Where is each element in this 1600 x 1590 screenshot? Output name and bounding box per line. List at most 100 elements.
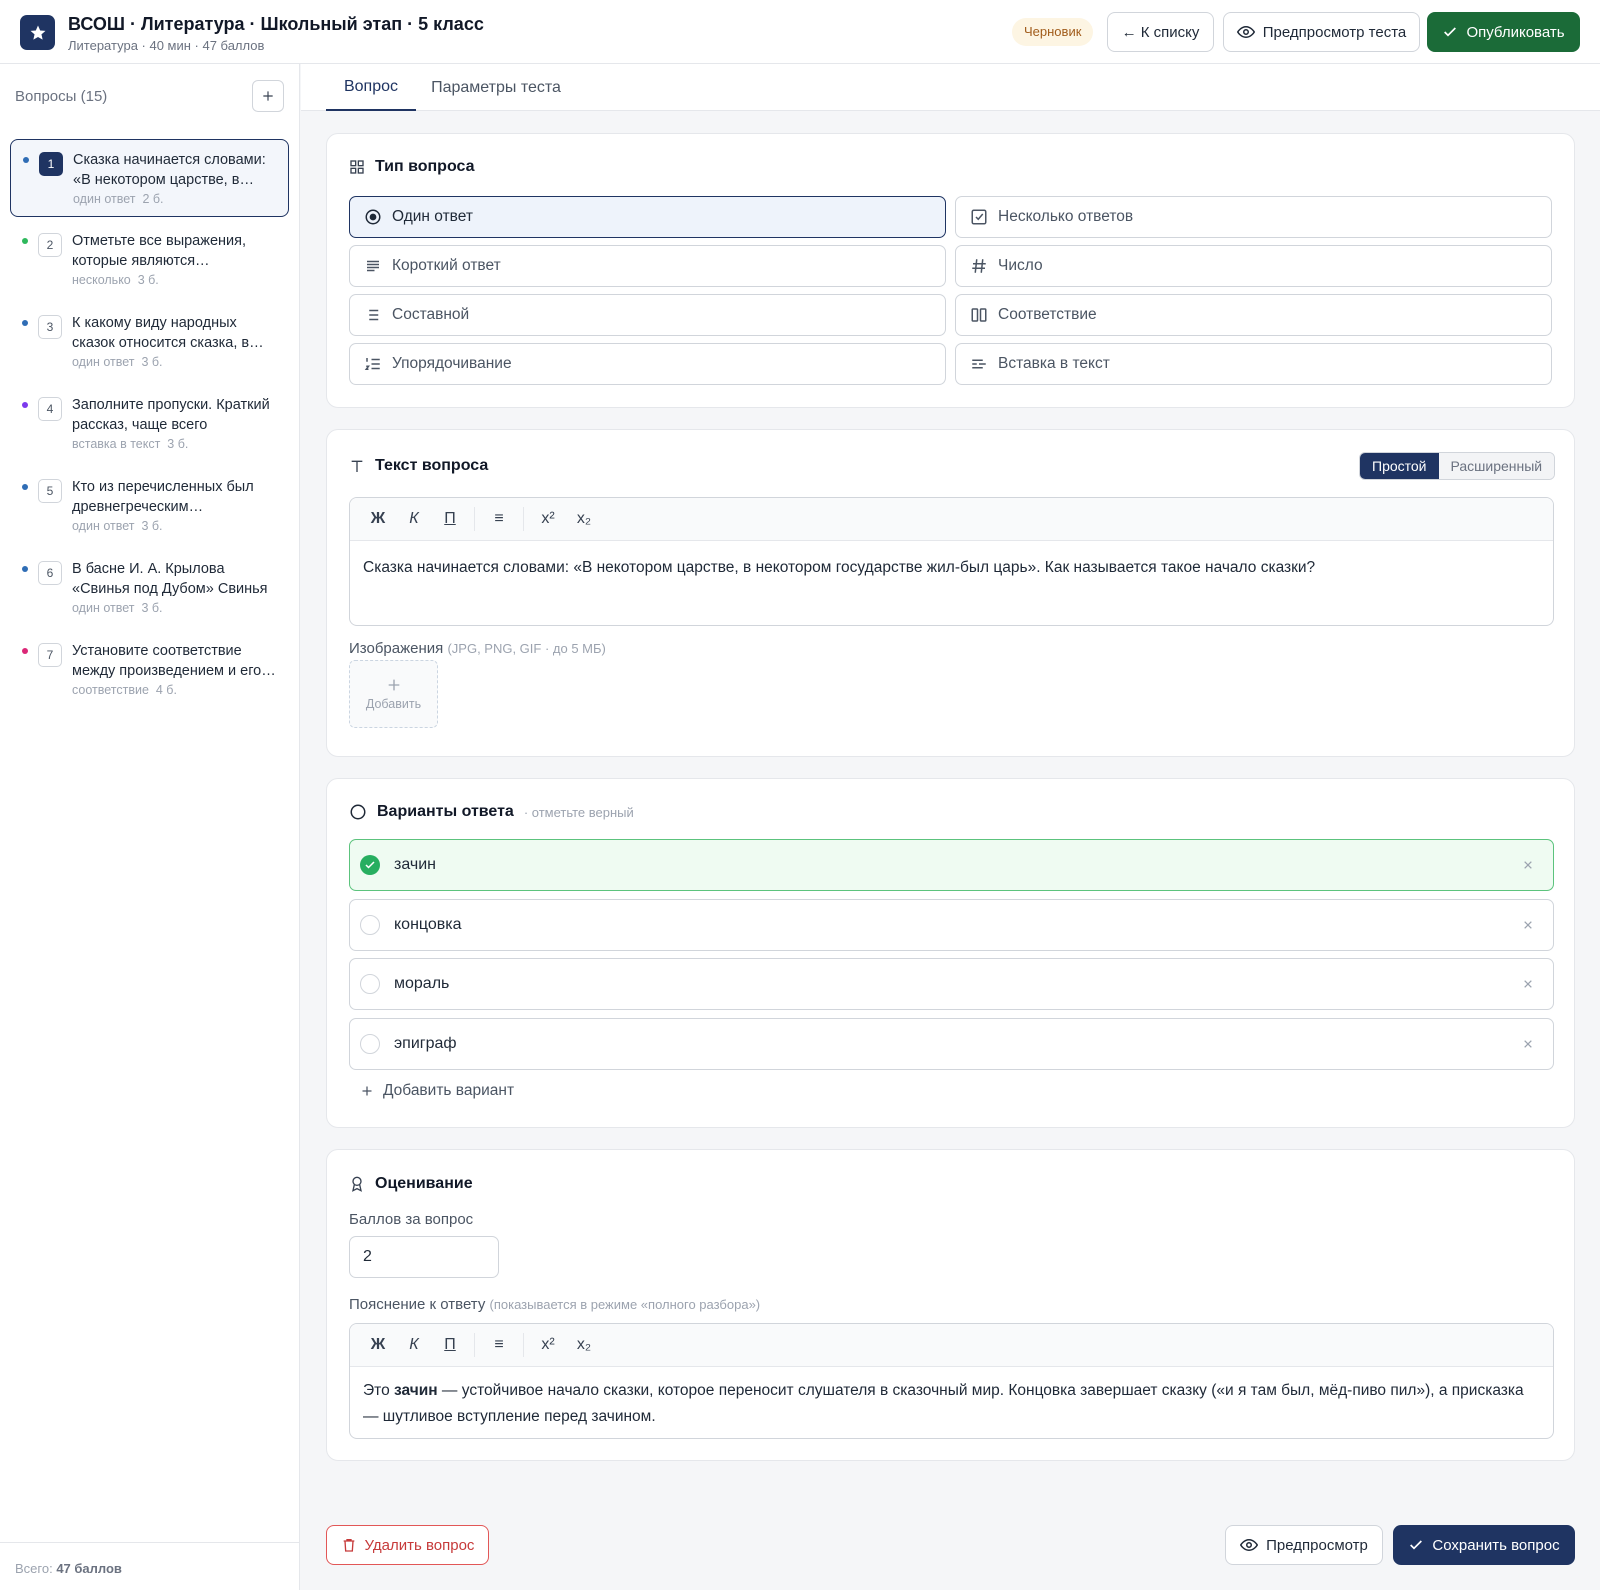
type-option-label: Один ответ	[392, 208, 473, 225]
back-to-list-button[interactable]: ← К списку	[1107, 12, 1214, 52]
points-label: Баллов за вопрос	[349, 1211, 474, 1228]
total-points-value: 47 баллов	[56, 1561, 122, 1576]
answer-option[interactable]: концовка	[349, 899, 1554, 951]
remove-answer-button[interactable]	[1519, 916, 1537, 934]
question-list-item[interactable]: 4 Заполните пропуски. Краткий рассказ, ч…	[10, 385, 289, 463]
underline-button[interactable]: П	[432, 1330, 468, 1360]
delete-question-button[interactable]: Удалить вопрос	[326, 1525, 489, 1565]
correct-answer-radio[interactable]	[360, 855, 380, 875]
italic-button[interactable]: К	[396, 1330, 432, 1360]
answers-title-text: Варианты ответа	[377, 803, 514, 820]
subscript-button[interactable]: x₂	[566, 504, 602, 534]
save-question-button[interactable]: Сохранить вопрос	[1393, 1525, 1575, 1565]
publish-label: Опубликовать	[1466, 23, 1565, 41]
subscript-button[interactable]: x₂	[566, 1330, 602, 1360]
type-option-matching[interactable]: Соответствие	[955, 294, 1552, 336]
close-icon	[1524, 1040, 1532, 1048]
bold-button[interactable]: Ж	[360, 1330, 396, 1360]
answer-text[interactable]: эпиграф	[394, 1035, 457, 1053]
back-to-list-label: ← К списку	[1121, 23, 1200, 41]
explanation-editor: Ж К П ≡ x² x₂ Это зачин — устойчивое нач…	[349, 1323, 1554, 1439]
list-button[interactable]: ≡	[481, 504, 517, 534]
tab-question[interactable]: Вопрос	[326, 64, 416, 111]
question-type-card: Тип вопроса Один ответ Несколько ответов…	[326, 133, 1575, 408]
superscript-button[interactable]: x²	[530, 1330, 566, 1360]
editor-toolbar: Ж К П ≡ x² x₂	[350, 1324, 1553, 1367]
checkbox-icon	[971, 209, 987, 225]
question-preview-text: Заполните пропуски. Краткий рассказ, чащ…	[72, 397, 270, 433]
question-type-label: один ответ	[72, 355, 135, 369]
question-number: 3	[38, 315, 62, 339]
answer-radio[interactable]	[360, 974, 380, 994]
preview-test-label: Предпросмотр теста	[1262, 23, 1407, 41]
points-input[interactable]: 2	[349, 1236, 499, 1278]
type-option-composite[interactable]: Составной	[349, 294, 946, 336]
answer-option[interactable]: эпиграф	[349, 1018, 1554, 1070]
mode-simple-button[interactable]: Простой	[1360, 453, 1439, 479]
plus-icon	[388, 679, 399, 691]
answer-text[interactable]: зачин	[394, 856, 436, 874]
type-option-ordering[interactable]: Упорядочивание	[349, 343, 946, 385]
question-list-item[interactable]: 6 В басне И. А. Крылова «Свинья под Дубо…	[10, 549, 289, 627]
question-list-item[interactable]: 7 Установите соответствие между произвед…	[10, 631, 289, 709]
editor-mode-toggle: Простой Расширенный	[1359, 452, 1556, 480]
italic-button[interactable]: К	[396, 504, 432, 534]
total-points-prefix: Всего:	[15, 1561, 57, 1576]
add-variant-button[interactable]: Добавить вариант	[361, 1082, 514, 1100]
question-type-label: соответствие	[72, 683, 149, 697]
hash-icon	[972, 259, 986, 273]
publish-button[interactable]: Опубликовать	[1427, 12, 1580, 52]
question-points: 3 б.	[167, 437, 189, 451]
bold-button[interactable]: Ж	[360, 504, 396, 534]
delete-question-label: Удалить вопрос	[364, 1536, 475, 1554]
question-list-item[interactable]: 2 Отметьте все выражения, которые являют…	[10, 221, 289, 299]
eye-icon	[1240, 1538, 1259, 1552]
question-meta: вставка в текст 3 б.	[72, 437, 188, 451]
question-type-label: один ответ	[72, 519, 135, 533]
preview-test-button[interactable]: Предпросмотр теста	[1223, 12, 1420, 52]
question-type-label: несколько	[72, 273, 131, 287]
question-meta: один ответ 2 б.	[73, 192, 164, 206]
question-preview-text: К какому виду народных сказок относится …	[72, 315, 250, 351]
check-icon	[1444, 27, 1457, 37]
add-question-button[interactable]	[252, 80, 284, 112]
question-text-input[interactable]: Сказка начинается словами: «В некотором …	[350, 541, 1553, 595]
tab-test-settings[interactable]: Параметры теста	[431, 64, 561, 111]
remove-answer-button[interactable]	[1519, 975, 1537, 993]
superscript-button[interactable]: x²	[530, 504, 566, 534]
question-number: 4	[38, 397, 62, 421]
question-type-title: Тип вопроса	[349, 158, 475, 176]
answer-text[interactable]: концовка	[394, 916, 462, 934]
radio-outline-icon	[350, 804, 366, 820]
add-image-button[interactable]: Добавить	[349, 660, 438, 728]
question-type-dot	[22, 484, 28, 490]
answer-text[interactable]: мораль	[394, 975, 449, 993]
type-option-short-answer[interactable]: Короткий ответ	[349, 245, 946, 287]
list-button[interactable]: ≡	[481, 1330, 517, 1360]
images-label: Изображения (JPG, PNG, GIF · до 5 МБ)	[349, 640, 606, 657]
underline-button[interactable]: П	[432, 504, 468, 534]
remove-answer-button[interactable]	[1519, 1035, 1537, 1053]
check-icon	[365, 861, 375, 869]
editor-tabs: Вопрос Параметры теста	[301, 64, 1600, 111]
grid-icon	[350, 160, 364, 174]
explanation-input[interactable]: Это зачин — устойчивое начало сказки, ко…	[350, 1367, 1553, 1438]
question-list-item[interactable]: 1 Сказка начинается словами: «В некоторо…	[10, 139, 289, 217]
question-list-item[interactable]: 5 Кто из перечисленных был древнегреческ…	[10, 467, 289, 545]
answer-radio[interactable]	[360, 1034, 380, 1054]
type-option-single[interactable]: Один ответ	[349, 196, 946, 238]
remove-answer-button[interactable]	[1519, 856, 1537, 874]
close-icon	[1524, 921, 1532, 929]
question-number: 2	[38, 233, 62, 257]
mode-advanced-button[interactable]: Расширенный	[1438, 453, 1555, 479]
answer-option[interactable]: мораль	[349, 958, 1554, 1010]
type-option-multiple[interactable]: Несколько ответов	[955, 196, 1552, 238]
explanation-bold-term: зачин	[394, 1382, 438, 1399]
question-list-item[interactable]: 3 К какому виду народных сказок относитс…	[10, 303, 289, 381]
type-option-number[interactable]: Число	[955, 245, 1552, 287]
answer-option[interactable]: зачин	[349, 839, 1554, 891]
answer-radio[interactable]	[360, 915, 380, 935]
question-points: 3 б.	[141, 519, 163, 533]
type-option-text-insert[interactable]: Вставка в текст	[955, 343, 1552, 385]
preview-button[interactable]: Предпросмотр	[1225, 1525, 1383, 1565]
